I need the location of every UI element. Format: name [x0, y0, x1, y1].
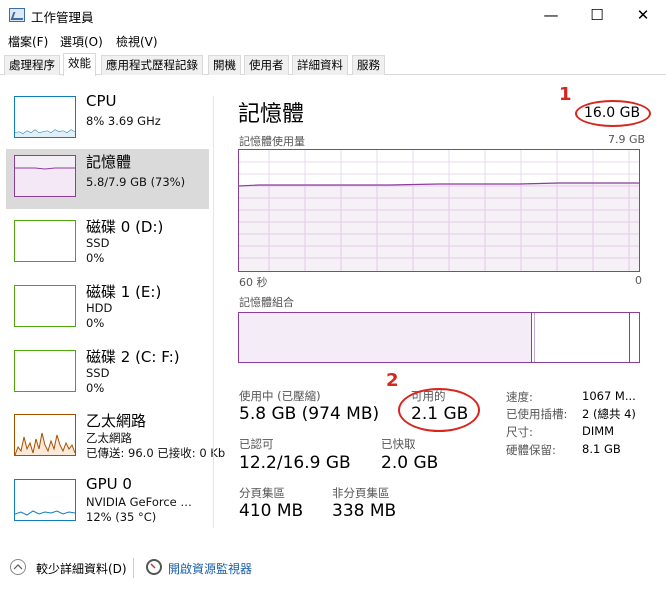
annotation-number-1: 1	[559, 84, 572, 105]
resource-disk-0[interactable]: 磁碟 0 (D:) SSD 0%	[6, 214, 209, 274]
gpu-thumbnail	[14, 479, 76, 521]
tab-users[interactable]: 使用者	[244, 55, 289, 75]
resource-detail: NVIDIA GeForce …	[86, 495, 192, 509]
resource-usage: 12% (35 °C)	[86, 510, 157, 524]
memory-usage-graph	[238, 149, 640, 272]
memory-composition-bar	[238, 312, 640, 363]
info-slots-label: 已使用插槽:	[506, 407, 568, 421]
resource-name: 記憶體	[86, 153, 132, 171]
info-form-factor-label: 尺寸:	[506, 425, 533, 439]
paged-pool-label: 分頁集區	[239, 486, 285, 500]
graph-time-right: 0	[635, 274, 642, 287]
minimize-button[interactable]: —	[528, 0, 574, 31]
panel-divider[interactable]	[213, 96, 214, 528]
annotation-circle-2	[398, 388, 480, 432]
info-reserved-label: 硬體保留:	[506, 443, 556, 457]
info-reserved-value: 8.1 GB	[582, 442, 621, 456]
resource-usage: 0%	[86, 316, 105, 330]
resource-detail: HDD	[86, 301, 113, 315]
network-thumbnail	[14, 414, 76, 456]
nonpaged-pool-value: 338 MB	[332, 501, 397, 521]
info-slots-value: 2 (總共 4)	[582, 407, 636, 421]
resource-name: 磁碟 0 (D:)	[86, 218, 164, 236]
resource-usage: 已傳送: 96.0 已接收: 0 Kb	[86, 446, 226, 460]
in-use-value: 5.8 GB (974 MB)	[239, 404, 380, 424]
tab-performance[interactable]: 效能	[63, 53, 96, 76]
resource-disk-1[interactable]: 磁碟 1 (E:) HDD 0%	[6, 279, 209, 339]
annotation-circle-1	[575, 100, 651, 127]
window-title: 工作管理員	[31, 10, 94, 25]
tab-app-history[interactable]: 應用程式歷程記錄	[101, 55, 203, 75]
resource-ethernet[interactable]: 乙太網路 乙太網路 已傳送: 96.0 已接收: 0 Kb	[6, 408, 225, 468]
tab-processes[interactable]: 處理程序	[4, 55, 60, 75]
tab-details[interactable]: 詳細資料	[292, 55, 348, 75]
resource-usage: 0%	[86, 381, 105, 395]
menu-file[interactable]: 檔案(F)	[8, 33, 48, 50]
committed-value: 12.2/16.9 GB	[239, 453, 351, 473]
resource-detail: 5.8/7.9 GB (73%)	[86, 175, 186, 189]
composition-standby[interactable]	[629, 313, 630, 362]
resource-usage: 0%	[86, 251, 105, 265]
resource-monitor-icon[interactable]	[146, 559, 162, 575]
resource-detail: 乙太網路	[86, 431, 132, 445]
cpu-thumbnail	[14, 96, 76, 138]
menu-options[interactable]: 選項(O)	[60, 33, 103, 50]
chevron-up-icon[interactable]	[10, 559, 26, 575]
info-speed-label: 速度:	[506, 390, 533, 404]
task-manager-icon	[9, 8, 25, 22]
close-button[interactable]: ✕	[620, 0, 666, 31]
in-use-label: 使用中 (已壓縮)	[239, 389, 321, 403]
disk-thumbnail	[14, 285, 76, 327]
paged-pool-value: 410 MB	[239, 501, 304, 521]
composition-label: 記憶體組合	[239, 296, 294, 309]
resource-cpu[interactable]: CPU 8% 3.69 GHz	[6, 90, 209, 150]
menu-bar: 檔案(F) 選項(O) 檢視(V)	[0, 31, 666, 52]
resource-name: CPU	[86, 92, 117, 110]
resource-name: 磁碟 1 (E:)	[86, 283, 162, 301]
usage-graph-max: 7.9 GB	[608, 133, 646, 146]
resource-name: 磁碟 2 (C: F:)	[86, 348, 180, 366]
open-resource-monitor-link[interactable]: 開啟資源監視器	[168, 560, 252, 577]
composition-modified[interactable]	[534, 313, 535, 362]
tab-startup[interactable]: 開機	[208, 55, 241, 75]
footer-separator	[133, 558, 134, 578]
tab-services[interactable]: 服務	[352, 55, 385, 75]
page-title: 記憶體	[238, 102, 305, 127]
cached-label: 已快取	[381, 437, 416, 451]
nonpaged-pool-label: 非分頁集區	[332, 486, 390, 500]
annotation-number-2: 2	[386, 370, 399, 391]
title-bar: 工作管理員 — ☐ ✕	[0, 0, 666, 31]
resource-detail: 8% 3.69 GHz	[86, 114, 161, 128]
resource-detail: SSD	[86, 236, 110, 250]
graph-time-left: 60 秒	[239, 276, 268, 289]
resource-name: 乙太網路	[86, 412, 147, 430]
resource-disk-2[interactable]: 磁碟 2 (C: F:) SSD 0%	[6, 344, 209, 404]
usage-graph-label: 記憶體使用量	[239, 135, 305, 148]
menu-view[interactable]: 檢視(V)	[116, 33, 158, 50]
disk-thumbnail	[14, 220, 76, 262]
disk-thumbnail	[14, 350, 76, 392]
resource-list: CPU 8% 3.69 GHz 記憶體 5.8/7.9 GB (73%) 磁碟 …	[0, 90, 225, 535]
info-form-factor-value: DIMM	[582, 424, 615, 438]
resource-name: GPU 0	[86, 475, 132, 493]
maximize-button[interactable]: ☐	[574, 0, 620, 31]
resource-memory[interactable]: 記憶體 5.8/7.9 GB (73%)	[6, 149, 209, 209]
footer-bar: 較少詳細資料(D) 開啟資源監視器	[0, 552, 666, 582]
memory-thumbnail	[14, 155, 76, 197]
resource-detail: SSD	[86, 366, 110, 380]
fewer-details-link[interactable]: 較少詳細資料(D)	[36, 560, 127, 577]
committed-label: 已認可	[239, 437, 274, 451]
resource-gpu[interactable]: GPU 0 NVIDIA GeForce … 12% (35 °C)	[6, 473, 209, 533]
tab-bar: 處理程序 效能 應用程式歷程記錄 開機 使用者 詳細資料 服務	[0, 53, 666, 76]
composition-in-use[interactable]	[239, 313, 532, 362]
info-speed-value: 1067 M...	[582, 389, 636, 403]
cached-value: 2.0 GB	[381, 453, 439, 473]
